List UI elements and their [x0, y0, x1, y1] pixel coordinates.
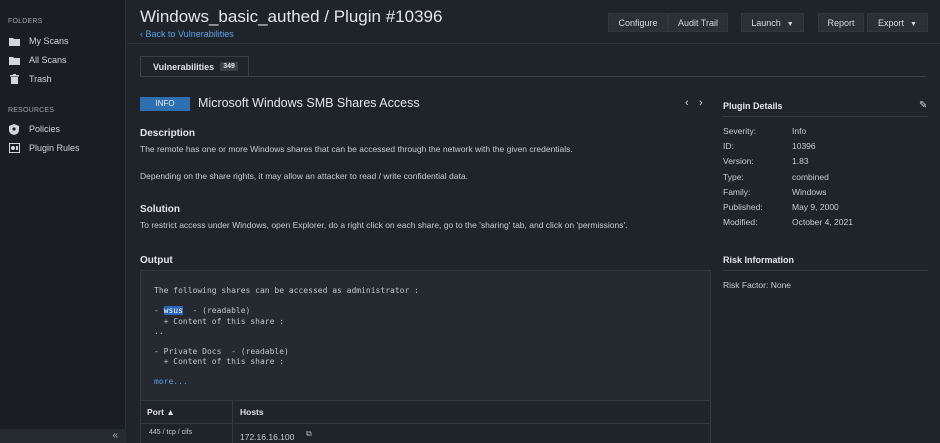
sidebar-item-my-scans[interactable]: My Scans — [8, 33, 124, 49]
detail-label: Severity: — [723, 126, 757, 136]
sidebar-item-label: Policies — [29, 124, 61, 134]
sidebar-item-label: All Scans — [29, 55, 67, 65]
description-text: Depending on the share rights, it may al… — [140, 171, 468, 181]
rules-icon — [8, 142, 20, 154]
export-button[interactable]: Export ▼ — [867, 13, 928, 32]
configure-button[interactable]: Configure — [608, 13, 668, 32]
detail-label: Modified: — [723, 217, 758, 227]
sidebar-item-label: Plugin Rules — [29, 143, 80, 153]
detail-label: Version: — [723, 156, 754, 166]
detail-label: ID: — [723, 141, 734, 151]
launch-label: Launch — [751, 18, 781, 28]
output-box: The following shares can be accessed as … — [140, 270, 711, 443]
detail-value: combined — [792, 172, 829, 182]
detail-value: 1.83 — [792, 156, 809, 166]
audit-trail-button[interactable]: Audit Trail — [668, 13, 728, 32]
output-line: + Content of this share : — [154, 357, 285, 366]
output-line: The following shares can be accessed as … — [154, 286, 419, 295]
detail-value: Info — [792, 126, 807, 136]
risk-information-title: Risk Information — [723, 255, 795, 265]
external-link-icon[interactable]: ⧉ — [306, 429, 312, 439]
page-title: Windows_basic_authed / Plugin #10396 — [140, 7, 443, 26]
severity-badge: INFO — [140, 97, 190, 111]
folders-heading: FOLDERS — [8, 18, 43, 25]
next-plugin-button[interactable]: › — [699, 97, 703, 109]
tab-vulnerabilities[interactable]: Vulnerabilities 349 — [140, 56, 249, 76]
detail-value: 10396 — [792, 141, 816, 151]
table-divider — [141, 423, 710, 424]
detail-label: Type: — [723, 172, 744, 182]
more-link[interactable]: more... — [154, 377, 188, 386]
launch-button[interactable]: Launch ▼ — [741, 13, 804, 32]
port-cell: 445 / tcp / cifs — [149, 429, 193, 436]
host-cell[interactable]: 172.16.16.100 — [240, 432, 294, 442]
solution-text: To restrict access under Windows, open E… — [140, 220, 628, 230]
ports-table: Port ▲ Hosts 445 / tcp / cifs 172.16.16.… — [141, 400, 710, 443]
detail-value: May 9, 2000 — [792, 202, 839, 212]
shield-icon — [8, 123, 20, 135]
collapse-sidebar-button[interactable]: « — [0, 429, 126, 443]
output-line: - Private Docs - (readable) — [154, 347, 289, 356]
output-title: Output — [140, 255, 173, 266]
pencil-icon[interactable]: ✎ — [919, 100, 927, 111]
tab-label: Vulnerabilities — [153, 61, 215, 72]
sidebar-item-trash[interactable]: Trash — [8, 71, 124, 87]
header-divider — [127, 43, 940, 44]
hosts-column-header[interactable]: Hosts — [240, 407, 264, 417]
panel-divider — [723, 116, 928, 117]
description-title: Description — [140, 128, 196, 139]
detail-label: Family: — [723, 187, 751, 197]
report-button[interactable]: Report — [818, 13, 864, 32]
tab-divider — [140, 76, 926, 77]
export-label: Export — [878, 18, 905, 28]
folder-icon — [8, 54, 20, 66]
solution-title: Solution — [140, 204, 180, 215]
output-line: - wsus - (readable) — [154, 306, 250, 315]
folder-icon — [8, 35, 20, 47]
back-to-vulnerabilities-link[interactable]: ‹ Back to Vulnerabilities — [140, 29, 234, 39]
output-line: + Content of this share : — [154, 317, 285, 326]
detail-label: Published: — [723, 202, 763, 212]
sidebar: FOLDERS My Scans All Scans Trash RESOURC… — [0, 0, 126, 443]
port-column-header[interactable]: Port ▲ — [147, 407, 175, 417]
output-text: - (readable) — [182, 306, 251, 315]
column-divider — [232, 401, 233, 443]
risk-factor: Risk Factor: None — [723, 280, 792, 290]
previous-plugin-button[interactable]: ‹ — [685, 97, 689, 109]
caret-down-icon: ▼ — [910, 21, 917, 28]
selected-text: wsus — [163, 306, 183, 315]
panel-divider — [723, 270, 928, 271]
sidebar-item-plugin-rules[interactable]: Plugin Rules — [8, 140, 124, 156]
detail-value: October 4, 2021 — [792, 217, 853, 227]
resources-heading: RESOURCES — [8, 107, 55, 114]
back-link-label: Back to Vulnerabilities — [145, 29, 234, 39]
caret-down-icon: ▼ — [786, 21, 794, 28]
count-badge: 349 — [220, 62, 238, 71]
description-text: The remote has one or more Windows share… — [140, 144, 573, 154]
plugin-details-title: Plugin Details — [723, 101, 783, 111]
sidebar-item-all-scans[interactable]: All Scans — [8, 52, 124, 68]
plugin-name: Microsoft Windows SMB Shares Access — [198, 96, 420, 110]
sidebar-item-label: Trash — [29, 74, 52, 84]
output-text: - — [154, 306, 164, 315]
detail-value: Windows — [792, 187, 827, 197]
output-line: .. — [154, 327, 164, 336]
sidebar-item-policies[interactable]: Policies — [8, 121, 124, 137]
sidebar-item-label: My Scans — [29, 36, 69, 46]
trash-icon — [8, 73, 20, 85]
